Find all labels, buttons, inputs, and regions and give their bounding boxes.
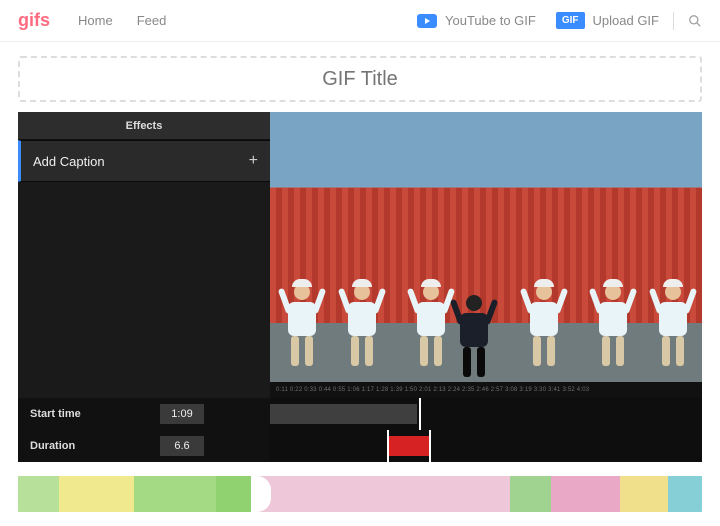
gif-badge-icon: GIF — [556, 12, 585, 29]
ruler-ticks: 0:11 0:22 0:33 0:44 0:55 1:06 1:17 1:28 … — [276, 387, 589, 393]
play-icon — [417, 14, 437, 28]
scene-color-strip[interactable] — [18, 476, 702, 512]
video-preview[interactable] — [270, 112, 702, 382]
scene-segment[interactable] — [134, 476, 216, 512]
youtube-to-gif-label: YouTube to GIF — [445, 13, 536, 28]
time-controls: Start time 1:09 Duration 6.6 — [18, 398, 270, 462]
start-time-label: Start time — [30, 408, 160, 420]
scene-segment[interactable] — [216, 476, 250, 512]
selection-segment[interactable] — [387, 436, 430, 456]
add-caption-button[interactable]: Add Caption + — [18, 140, 270, 182]
scene-marker[interactable] — [251, 476, 271, 512]
preview-panel: 0:11 0:22 0:33 0:44 0:55 1:06 1:17 1:28 … — [270, 112, 702, 462]
duration-row: Duration 6.6 — [18, 430, 270, 462]
youtube-to-gif-button[interactable]: YouTube to GIF — [417, 13, 536, 28]
scene-segment[interactable] — [251, 476, 511, 512]
timeline-track-top[interactable] — [270, 398, 702, 430]
gif-title-input[interactable] — [20, 68, 700, 91]
scene-segment[interactable] — [668, 476, 702, 512]
video-content — [270, 112, 702, 382]
scene-segment[interactable] — [551, 476, 619, 512]
gif-title-container[interactable] — [18, 56, 702, 102]
nav-feed[interactable]: Feed — [137, 13, 167, 28]
timeline[interactable] — [270, 398, 702, 462]
top-bar: gifs Home Feed YouTube to GIF GIF Upload… — [0, 0, 720, 42]
editor: Effects Add Caption + Start time 1:09 Du… — [18, 112, 702, 462]
duration-label: Duration — [30, 440, 160, 452]
time-ruler[interactable]: 0:11 0:22 0:33 0:44 0:55 1:06 1:17 1:28 … — [270, 382, 702, 398]
start-time-row: Start time 1:09 — [18, 398, 270, 430]
scene-segment[interactable] — [620, 476, 668, 512]
start-time-value[interactable]: 1:09 — [160, 404, 204, 424]
scene-segment[interactable] — [18, 476, 59, 512]
add-caption-label: Add Caption — [33, 154, 105, 169]
search-icon[interactable] — [688, 14, 702, 28]
plus-icon: + — [249, 152, 258, 170]
duration-value[interactable]: 6.6 — [160, 436, 204, 456]
playhead[interactable] — [419, 398, 421, 430]
selection-start-handle[interactable] — [387, 430, 389, 462]
nav-home[interactable]: Home — [78, 13, 113, 28]
logo[interactable]: gifs — [18, 10, 50, 31]
scene-segment[interactable] — [59, 476, 134, 512]
upload-gif-label: Upload GIF — [593, 13, 659, 28]
timeline-segment[interactable] — [270, 404, 417, 424]
sidebar: Effects Add Caption + Start time 1:09 Du… — [18, 112, 270, 462]
divider — [673, 12, 674, 30]
tab-effects[interactable]: Effects — [18, 112, 270, 140]
scene-segment[interactable] — [510, 476, 551, 512]
sidebar-empty — [18, 182, 270, 398]
selection-end-handle[interactable] — [429, 430, 431, 462]
upload-gif-button[interactable]: GIF Upload GIF — [556, 12, 659, 29]
timeline-track-bottom[interactable] — [270, 430, 702, 462]
